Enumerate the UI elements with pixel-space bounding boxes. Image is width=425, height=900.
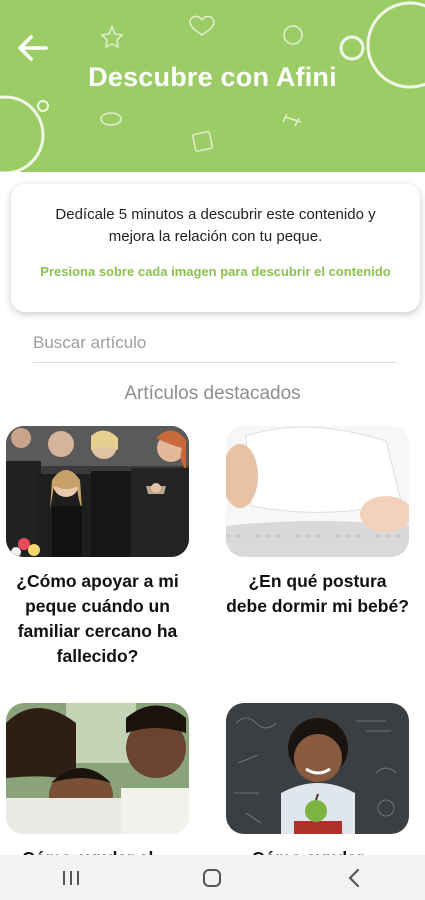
family-hug-photo[interactable] xyxy=(6,703,189,834)
boy-chalkboard-photo[interactable] xyxy=(226,703,409,834)
back-button[interactable] xyxy=(12,30,52,66)
home-icon xyxy=(203,868,222,887)
article-title: ¿Cómo apoyar a mi peque cuándo un famili… xyxy=(16,571,179,666)
recent-apps-icon xyxy=(62,870,79,885)
system-navigation-bar xyxy=(0,855,425,900)
recent-apps-button[interactable] xyxy=(31,855,111,900)
section-title: Artículos destacados xyxy=(124,383,301,404)
header: Descubre con Afini xyxy=(0,0,425,172)
article-card[interactable]: ¿Cómo apoyar a mi peque cuándo un famili… xyxy=(6,426,189,669)
info-text: Dedícale 5 minutos a descubrir este cont… xyxy=(55,206,376,245)
article-card[interactable]: Cómo ayudar al ... xyxy=(6,703,189,871)
system-back-button[interactable] xyxy=(314,855,394,900)
funeral-family-photo[interactable] xyxy=(6,426,189,557)
home-button[interactable] xyxy=(172,855,252,900)
search-field xyxy=(33,328,397,363)
back-chevron-icon xyxy=(349,868,360,887)
arrow-left-icon xyxy=(18,35,48,61)
page-title: Descubre con Afini xyxy=(88,62,337,92)
article-card[interactable]: ¿En qué postura debe dormir mi bebé? xyxy=(226,426,409,619)
article-card[interactable]: Cómo ayudar ... xyxy=(226,703,409,871)
search-input[interactable] xyxy=(33,328,397,358)
info-hint: Presiona sobre cada imagen para descubri… xyxy=(40,264,391,279)
sleeping-baby-photo[interactable] xyxy=(226,426,409,557)
info-card: Dedícale 5 minutos a descubrir este cont… xyxy=(11,184,420,312)
article-title: ¿En qué postura debe dormir mi bebé? xyxy=(226,571,409,616)
